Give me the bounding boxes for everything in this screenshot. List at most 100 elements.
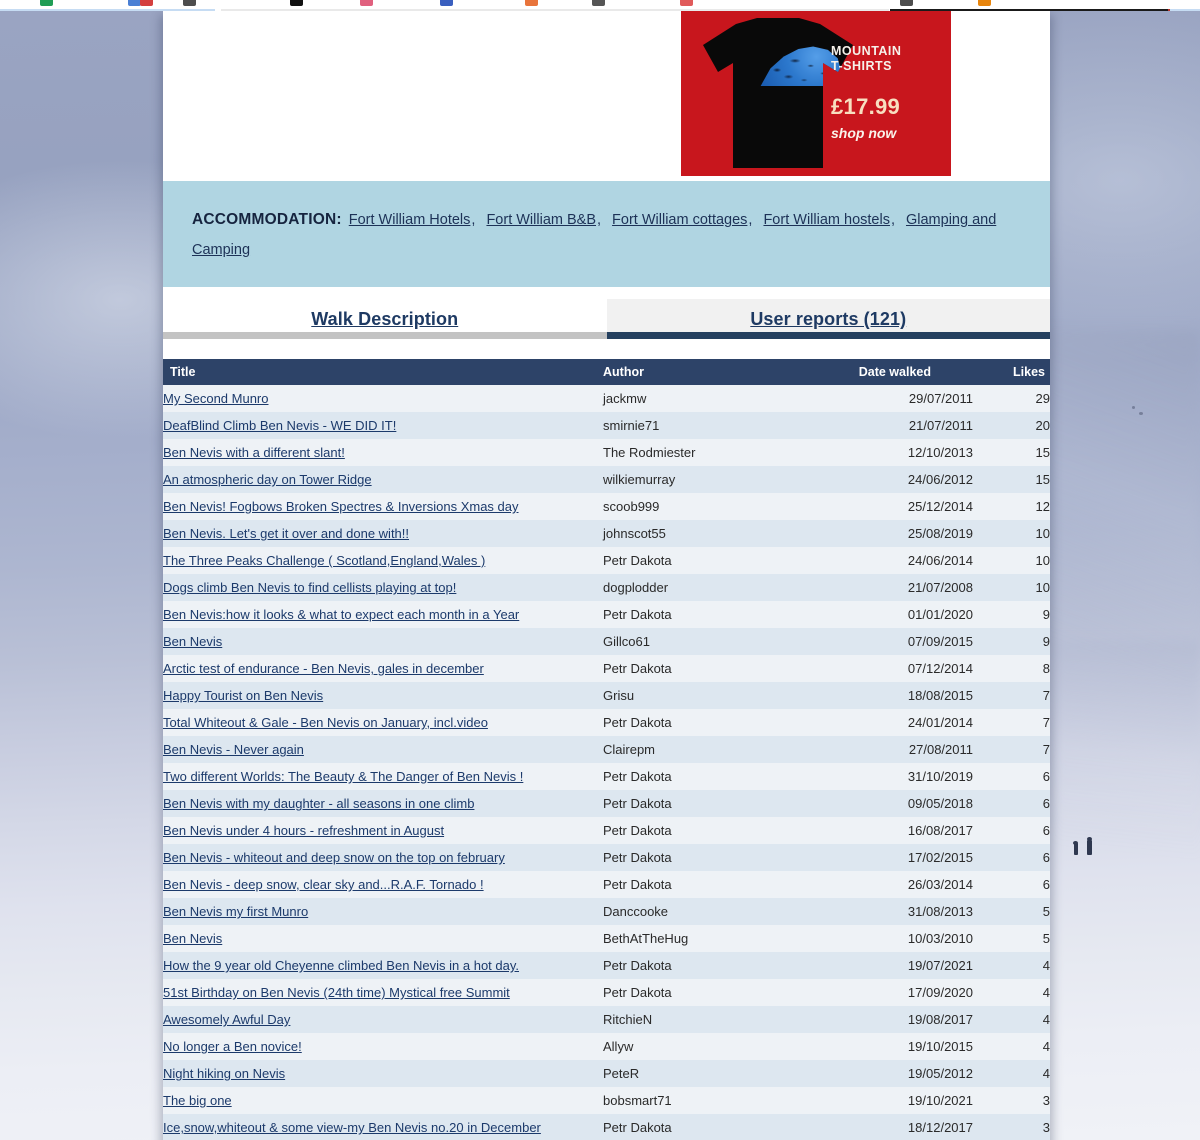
report-title-link[interactable]: Ben Nevis under 4 hours - refreshment in… — [163, 823, 444, 838]
report-title-link[interactable]: 51st Birthday on Ben Nevis (24th time) M… — [163, 985, 510, 1000]
report-date-cell: 19/05/2012 — [907, 1066, 973, 1081]
tab-user-reports[interactable]: User reports (121) — [606, 299, 1050, 339]
browser-bookmarks-bar[interactable] — [0, 0, 1200, 11]
table-row[interactable]: Ben Nevis Gillco61 07/09/2015 9 — [163, 628, 1050, 655]
table-row[interactable]: Two different Worlds: The Beauty & The D… — [163, 763, 1050, 790]
browser-tab-strip-edge-1[interactable] — [221, 9, 889, 11]
table-row[interactable]: My Second Munro jackmw 29/07/2011 29 — [163, 385, 1050, 412]
accommodation-link-2[interactable]: Fort William cottages — [612, 212, 747, 228]
report-date-cell: 18/08/2015 — [907, 688, 973, 703]
table-row[interactable]: Night hiking on Nevis PeteR 19/05/2012 4 — [163, 1060, 1050, 1087]
bookmark-favicon-10[interactable] — [900, 0, 913, 6]
report-title-link[interactable]: How the 9 year old Cheyenne climbed Ben … — [163, 958, 519, 973]
accommodation-label: ACCOMMODATION: — [192, 211, 342, 228]
accommodation-link-3[interactable]: Fort William hostels — [763, 212, 890, 228]
table-row[interactable]: Ben Nevis under 4 hours - refreshment in… — [163, 817, 1050, 844]
report-title-link[interactable]: Two different Worlds: The Beauty & The D… — [163, 769, 523, 784]
bookmark-favicon-2[interactable] — [140, 0, 153, 6]
table-row[interactable]: Dogs climb Ben Nevis to find cellists pl… — [163, 574, 1050, 601]
report-author-cell: Petr Dakota — [603, 1120, 672, 1135]
report-likes-cell: 9 — [1042, 634, 1050, 649]
report-likes-cell: 4 — [1042, 1039, 1050, 1054]
report-title-link[interactable]: Dogs climb Ben Nevis to find cellists pl… — [163, 580, 456, 595]
table-row[interactable]: Ben Nevis - deep snow, clear sky and...R… — [163, 871, 1050, 898]
table-row[interactable]: How the 9 year old Cheyenne climbed Ben … — [163, 952, 1050, 979]
table-row[interactable]: Ben Nevis my first Munro Danccooke 31/08/2… — [163, 898, 1050, 925]
browser-tab-strip-edge-4[interactable] — [1170, 9, 1200, 11]
bookmark-favicon-11[interactable] — [978, 0, 991, 6]
report-title-link[interactable]: Arctic test of endurance - Ben Nevis, ga… — [163, 661, 484, 676]
report-title-cell: Ben Nevis — [163, 925, 603, 952]
table-row[interactable]: The big one bobsmart71 19/10/2021 3 — [163, 1087, 1050, 1114]
report-title-link[interactable]: Ice,snow,whiteout & some view-my Ben Nev… — [163, 1120, 541, 1135]
column-header-author[interactable]: Author — [603, 359, 838, 385]
table-row[interactable]: 51st Birthday on Ben Nevis (24th time) M… — [163, 979, 1050, 1006]
report-title-link[interactable]: Awesomely Awful Day — [163, 1012, 290, 1027]
report-title-link[interactable]: Ben Nevis — [163, 634, 222, 649]
report-title-link[interactable]: Ben Nevis. Let's get it over and done wi… — [163, 526, 409, 541]
table-row[interactable]: Awesomely Awful Day RitchieN 19/08/2017 4 — [163, 1006, 1050, 1033]
accommodation-link-1[interactable]: Fort William B&B — [486, 212, 596, 228]
table-row[interactable]: Ben Nevis - whiteout and deep snow on th… — [163, 844, 1050, 871]
table-row[interactable]: The Three Peaks Challenge ( Scotland,Eng… — [163, 547, 1050, 574]
report-title-link[interactable]: Ben Nevis! Fogbows Broken Spectres & Inv… — [163, 499, 519, 514]
tab-underline — [163, 332, 607, 339]
report-title-link[interactable]: Ben Nevis with a different slant! — [163, 445, 345, 460]
bookmark-favicon-5[interactable] — [360, 0, 373, 6]
report-title-link[interactable]: Ben Nevis my first Munro — [163, 904, 308, 919]
report-title-link[interactable]: The Three Peaks Challenge ( Scotland,Eng… — [163, 553, 485, 568]
bookmark-favicon-3[interactable] — [183, 0, 196, 6]
table-row[interactable]: An atmospheric day on Tower Ridge wilkiem… — [163, 466, 1050, 493]
report-title-link[interactable]: Happy Tourist on Ben Nevis — [163, 688, 323, 703]
bookmark-favicon-8[interactable] — [592, 0, 605, 6]
table-row[interactable]: DeafBlind Climb Ben Nevis - WE DID IT! sm… — [163, 412, 1050, 439]
report-title-cell: Ben Nevis - deep snow, clear sky and...R… — [163, 871, 603, 898]
report-title-link[interactable]: No longer a Ben novice! — [163, 1039, 302, 1054]
column-header-date[interactable]: Date walked — [838, 359, 973, 385]
bookmark-favicon-7[interactable] — [525, 0, 538, 6]
table-row[interactable]: No longer a Ben novice! Allyw 19/10/2015 4 — [163, 1033, 1050, 1060]
table-row[interactable]: Ice,snow,whiteout & some view-my Ben Nev… — [163, 1114, 1050, 1140]
table-row[interactable]: Ben Nevis! Fogbows Broken Spectres & Inv… — [163, 493, 1050, 520]
table-row[interactable]: Happy Tourist on Ben Nevis Grisu 18/08/201… — [163, 682, 1050, 709]
column-header-title[interactable]: Title — [163, 359, 603, 385]
table-row[interactable]: Ben Nevis with my daughter - all seasons… — [163, 790, 1050, 817]
bookmark-favicon-4[interactable] — [290, 0, 303, 6]
table-row[interactable]: Total Whiteout & Gale - Ben Nevis on Jan… — [163, 709, 1050, 736]
ad-shop-now-cta[interactable]: shop now — [831, 125, 939, 141]
accommodation-link-0[interactable]: Fort William Hotels — [349, 212, 471, 228]
bookmark-favicon-9[interactable] — [680, 0, 693, 6]
report-likes-cell: 6 — [1042, 877, 1050, 892]
table-row[interactable]: Ben Nevis BethAtTheHug 10/03/2010 5 — [163, 925, 1050, 952]
user-reports-panel: Title Author Date walked Likes My Second… — [163, 339, 1050, 1140]
report-title-link[interactable]: DeafBlind Climb Ben Nevis - WE DID IT! — [163, 418, 396, 433]
table-row[interactable]: Arctic test of endurance - Ben Nevis, ga… — [163, 655, 1050, 682]
mountain-tshirt-ad-banner[interactable]: MOUNTAIN T-SHIRTS £17.99 shop now — [681, 8, 951, 176]
report-title-link[interactable]: Night hiking on Nevis — [163, 1066, 285, 1081]
bookmark-favicon-6[interactable] — [440, 0, 453, 6]
report-title-cell: Happy Tourist on Ben Nevis — [163, 682, 603, 709]
report-title-link[interactable]: Total Whiteout & Gale - Ben Nevis on Jan… — [163, 715, 488, 730]
report-title-link[interactable]: Ben Nevis - deep snow, clear sky and...R… — [163, 877, 484, 892]
report-title-link[interactable]: Ben Nevis with my daughter - all seasons… — [163, 796, 474, 811]
report-title-link[interactable]: Ben Nevis:how it looks & what to expect … — [163, 607, 519, 622]
tab-walk-description[interactable]: Walk Description — [163, 299, 607, 339]
report-likes-cell: 4 — [1042, 1066, 1050, 1081]
bookmark-favicon-0[interactable] — [40, 0, 53, 6]
report-title-cell: Ben Nevis with a different slant! — [163, 439, 603, 466]
report-likes-cell: 9 — [1042, 607, 1050, 622]
table-row[interactable]: Ben Nevis:how it looks & what to expect … — [163, 601, 1050, 628]
column-header-likes[interactable]: Likes — [973, 359, 1050, 385]
report-title-link[interactable]: My Second Munro — [163, 391, 269, 406]
report-author-cell: smirnie71 — [603, 418, 660, 433]
browser-tab-strip-edge-2[interactable] — [890, 9, 1170, 11]
browser-tab-strip-edge-0[interactable] — [0, 9, 215, 11]
report-title-link[interactable]: An atmospheric day on Tower Ridge — [163, 472, 372, 487]
report-title-link[interactable]: Ben Nevis — [163, 931, 222, 946]
report-title-link[interactable]: The big one — [163, 1093, 232, 1108]
report-title-link[interactable]: Ben Nevis - Never again — [163, 742, 304, 757]
table-row[interactable]: Ben Nevis with a different slant! The Rod… — [163, 439, 1050, 466]
report-title-link[interactable]: Ben Nevis - whiteout and deep snow on th… — [163, 850, 505, 865]
table-row[interactable]: Ben Nevis - Never again Clairepm 27/08/201… — [163, 736, 1050, 763]
table-row[interactable]: Ben Nevis. Let's get it over and done wi… — [163, 520, 1050, 547]
